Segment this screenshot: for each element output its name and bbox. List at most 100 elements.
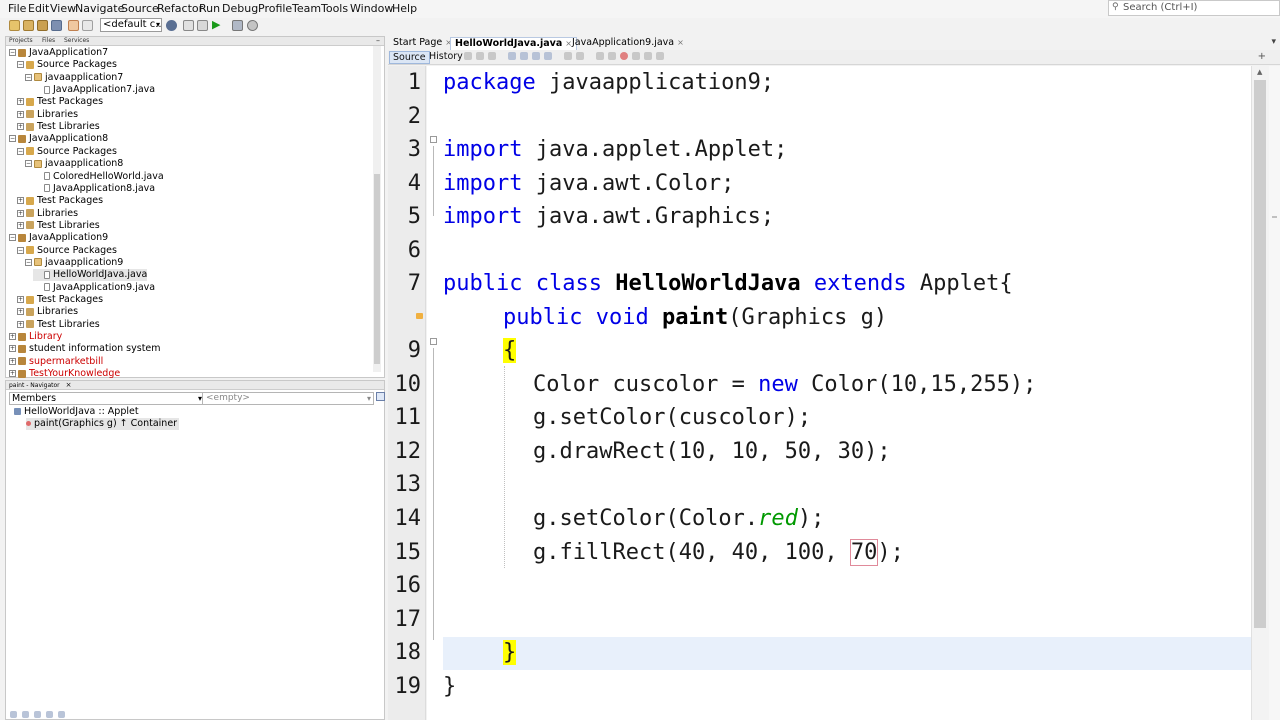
tree-item[interactable]: JavaApplication9.java: [33, 282, 155, 294]
collapse-icon[interactable]: −: [9, 234, 16, 242]
tree-item[interactable]: − JavaApplication7: [9, 47, 108, 59]
new-file-icon[interactable]: [9, 20, 20, 31]
tree-item[interactable]: JavaApplication8.java: [33, 183, 155, 195]
override-annotation-icon[interactable]: [416, 313, 423, 319]
collapse-icon[interactable]: −: [17, 147, 24, 155]
menu-tools[interactable]: Tools: [321, 2, 348, 15]
tree-item[interactable]: + Test Libraries: [17, 121, 100, 133]
tree-item[interactable]: JavaApplication7.java: [33, 84, 155, 96]
debug-icon[interactable]: [232, 20, 243, 31]
fold-toggle-icon[interactable]: [430, 338, 437, 345]
bookmark-icon[interactable]: [564, 52, 572, 60]
fold-toggle-icon[interactable]: [430, 136, 437, 143]
new-project-icon[interactable]: [23, 20, 34, 31]
tab-scroll-icon[interactable]: ▾: [1271, 37, 1276, 47]
tab-javaapplication9[interactable]: JavaApplication9.java ×: [568, 37, 688, 50]
scroll-up-icon[interactable]: ▲: [1257, 68, 1262, 76]
split-icon[interactable]: +: [1258, 51, 1266, 62]
menu-team[interactable]: Team: [292, 2, 321, 15]
open-project-icon[interactable]: [37, 20, 48, 31]
expand-icon[interactable]: +: [9, 357, 16, 365]
forward-icon[interactable]: [488, 52, 496, 60]
tree-item[interactable]: + Library: [9, 331, 62, 343]
settings-icon[interactable]: [166, 20, 177, 31]
expand-icon[interactable]: +: [17, 197, 24, 205]
filter-icon[interactable]: [46, 711, 53, 718]
expand-icon[interactable]: +: [9, 345, 16, 353]
tab-navigator[interactable]: paint - Navigator: [9, 382, 60, 389]
back-icon[interactable]: [476, 52, 484, 60]
tab-services[interactable]: Services: [64, 37, 89, 45]
tree-item[interactable]: − javaapplication7: [25, 72, 123, 84]
tree-item[interactable]: − Source Packages: [17, 146, 117, 158]
tree-item[interactable]: − JavaApplication9: [9, 232, 108, 244]
tree-item[interactable]: − Source Packages: [17, 59, 117, 71]
filter-icon[interactable]: [34, 711, 41, 718]
menu-debug[interactable]: Debug: [222, 2, 258, 15]
tree-item[interactable]: + Test Packages: [17, 96, 103, 108]
menu-window[interactable]: Window: [350, 2, 393, 15]
toggle-highlight-icon[interactable]: [544, 52, 552, 60]
editor-scrollbar[interactable]: ▲: [1251, 66, 1269, 720]
tree-item[interactable]: + supermarketbill: [9, 356, 103, 368]
filter-icon[interactable]: [10, 711, 17, 718]
collapse-icon[interactable]: −: [17, 246, 24, 254]
expand-icon[interactable]: +: [9, 333, 16, 341]
filter-icon[interactable]: [22, 711, 29, 718]
tab-start-page[interactable]: Start Page ×: [389, 37, 456, 50]
record-macro-icon[interactable]: [620, 52, 628, 60]
build-icon[interactable]: [197, 20, 208, 31]
tree-item[interactable]: + TestYourKnowledge: [9, 368, 120, 380]
collapse-icon[interactable]: −: [17, 61, 24, 69]
tree-item[interactable]: + Libraries: [17, 109, 78, 121]
scrollbar-thumb[interactable]: [1254, 80, 1266, 628]
tree-item[interactable]: + student information system: [9, 343, 161, 355]
tree-item[interactable]: − Source Packages: [17, 245, 117, 257]
comment-icon[interactable]: [644, 52, 652, 60]
expand-icon[interactable]: +: [17, 308, 24, 316]
filter-select[interactable]: <empty> ▾: [202, 392, 374, 405]
menu-view[interactable]: View: [50, 2, 76, 15]
expand-icon[interactable]: +: [17, 123, 24, 131]
tree-item[interactable]: − javaapplication9: [25, 257, 123, 269]
menu-help[interactable]: Help: [392, 2, 417, 15]
close-icon[interactable]: ×: [66, 381, 72, 389]
menu-navigate[interactable]: Navigate: [75, 2, 124, 15]
last-edit-icon[interactable]: [464, 52, 472, 60]
navigator-options-icon[interactable]: [376, 392, 385, 401]
run-icon[interactable]: ▶: [212, 19, 223, 31]
filter-icon[interactable]: [58, 711, 65, 718]
navigator-class-entry[interactable]: HelloWorldJava :: Applet: [14, 406, 139, 418]
tree-item[interactable]: HelloWorldJava.java: [33, 269, 148, 282]
menu-source[interactable]: Source: [121, 2, 159, 15]
tab-history[interactable]: History: [426, 51, 466, 64]
uncomment-icon[interactable]: [656, 52, 664, 60]
bookmark-next-icon[interactable]: [576, 52, 584, 60]
profile-icon[interactable]: [247, 20, 258, 31]
menu-file[interactable]: File: [8, 2, 26, 15]
tree-item[interactable]: + Libraries: [17, 306, 78, 318]
expand-icon[interactable]: +: [17, 296, 24, 303]
expand-icon[interactable]: +: [9, 370, 16, 378]
expand-icon[interactable]: +: [17, 209, 24, 217]
menu-run[interactable]: Run: [199, 2, 220, 15]
collapse-icon[interactable]: −: [25, 73, 32, 81]
tree-item[interactable]: − javaapplication8: [25, 158, 123, 170]
shift-left-icon[interactable]: [596, 52, 604, 60]
collapse-icon[interactable]: −: [25, 160, 32, 168]
save-all-icon[interactable]: [51, 20, 62, 31]
tab-projects[interactable]: Projects: [9, 37, 33, 45]
expand-icon[interactable]: +: [17, 98, 24, 106]
search-input[interactable]: ⚲ Search (Ctrl+I): [1108, 0, 1280, 16]
menu-profile[interactable]: Profile: [258, 2, 292, 15]
tree-item[interactable]: ColoredHelloWorld.java: [33, 171, 164, 183]
collapse-icon[interactable]: −: [9, 135, 16, 143]
minimize-icon[interactable]: –: [376, 36, 380, 45]
close-icon[interactable]: ×: [677, 38, 684, 47]
tree-item[interactable]: + Test Packages: [17, 195, 103, 207]
configuration-select[interactable]: <default c... ▾: [100, 18, 162, 32]
tree-item[interactable]: + Test Libraries: [17, 220, 100, 232]
collapse-icon[interactable]: −: [25, 258, 32, 266]
tree-item[interactable]: − JavaApplication8: [9, 133, 108, 145]
find-previous-icon[interactable]: [520, 52, 528, 60]
